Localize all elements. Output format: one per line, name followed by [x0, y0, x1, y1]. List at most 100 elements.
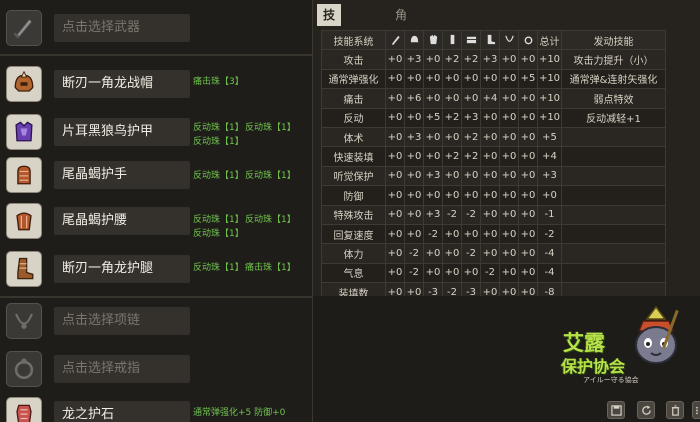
select-equipment-button[interactable]: 点击选择戒指: [54, 355, 190, 383]
helmet-icon: [404, 29, 424, 51]
tab-skill-detail[interactable]: 技能详情: [317, 4, 342, 88]
skill-point-cell: +0: [423, 243, 443, 264]
skill-point-cell: -2: [442, 204, 462, 225]
equipment-name[interactable]: 龙之护石: [54, 401, 190, 422]
table-row: 气息 +0 -2 +0 +0 +0 -2 +0 +0 -4: [321, 262, 666, 284]
skill-point-cell: -2: [461, 243, 481, 264]
gauntlet-icon[interactable]: [6, 157, 42, 193]
refresh-button[interactable]: [637, 401, 655, 419]
skill-point-cell: +0: [461, 68, 481, 90]
equipment-name[interactable]: 尾晶蝎护手: [54, 161, 190, 189]
skill-point-cell: +0: [499, 126, 519, 148]
activated-skill-cell: 攻击力提升（小）: [561, 49, 666, 70]
skill-point-cell: +0: [499, 185, 519, 206]
equipment-name[interactable]: 断刃一角龙战帽: [54, 70, 190, 98]
skill-point-cell: +0: [480, 204, 500, 225]
skill-point-cell: +0: [385, 185, 405, 206]
tab-character-info[interactable]: 角色信息: [389, 4, 413, 88]
table-header-row: 技能系统 总计 发动技能: [321, 29, 666, 51]
skill-point-cell: +4: [480, 88, 500, 109]
boots-icon[interactable]: [6, 251, 42, 287]
more-icon: [696, 406, 698, 414]
table-row: 痛击 +0 +6 +0 +0 +0 +4 +0 +0 +10 弱点特效: [321, 88, 666, 109]
skill-point-cell: +2: [461, 126, 481, 148]
equipment-name[interactable]: 断刃一角龙护腿: [54, 255, 190, 283]
activated-skill-cell: [561, 185, 666, 206]
skill-point-cell: +0: [518, 243, 538, 264]
equipment-name[interactable]: 尾晶蝎护腰: [54, 207, 190, 235]
chest-armor-icon[interactable]: [6, 114, 42, 150]
skill-point-cell: +0: [518, 185, 538, 206]
waist-icon[interactable]: [6, 203, 42, 239]
chest-armor-icon: [423, 29, 443, 51]
select-equipment-button[interactable]: 点击选择武器: [54, 14, 190, 42]
necklace-icon[interactable]: [6, 303, 42, 339]
table-row: 快速装填 +0 +0 +0 +2 +2 +0 +0 +0 +4: [321, 146, 666, 167]
skill-point-cell: +3: [461, 107, 481, 128]
skill-point-cell: +0: [518, 165, 538, 187]
skill-point-cell: +5: [423, 107, 443, 128]
table-row: 特殊攻击 +0 +0 +3 -2 -2 +0 +0 +0 -1: [321, 204, 666, 225]
charm-icon[interactable]: [6, 397, 42, 422]
skill-point-cell: +2: [461, 146, 481, 167]
skill-point-cell: +0: [461, 223, 481, 245]
activated-skill-cell: [561, 126, 666, 148]
more-button[interactable]: [692, 401, 700, 419]
activated-skill-cell: [561, 204, 666, 225]
skill-point-cell: +0: [442, 243, 462, 264]
equipment-slot-7[interactable]: 点击选择戒指: [0, 351, 312, 395]
ring-icon[interactable]: [6, 351, 42, 387]
skill-point-cell: +0: [423, 49, 443, 70]
skill-name-cell: 攻击: [321, 49, 386, 70]
skill-name-cell: 通常弹强化: [321, 68, 386, 90]
skill-point-cell: +3: [404, 49, 424, 70]
skill-point-cell: -2: [480, 262, 500, 284]
equipment-slot-0[interactable]: 点击选择武器: [0, 10, 312, 54]
skill-point-cell: +0: [423, 262, 443, 284]
activated-skill-cell: [561, 165, 666, 187]
activated-skill-cell: 通常弹&连射矢强化: [561, 68, 666, 90]
table-row: 回复速度 +0 +0 -2 +0 +0 +0 +0 +0 -2: [321, 223, 666, 245]
decoration-skill: 反动珠【1】: [245, 171, 296, 181]
skill-point-cell: +0: [499, 262, 519, 284]
activated-skill-cell: [561, 223, 666, 245]
activated-skill-cell: [561, 243, 666, 264]
skill-point-cell: +0: [480, 165, 500, 187]
skill-total-cell: +10: [537, 68, 562, 90]
helmet-icon[interactable]: [6, 66, 42, 102]
skill-point-cell: +0: [518, 88, 538, 109]
skill-point-cell: +0: [385, 243, 405, 264]
skill-point-cell: +0: [385, 68, 405, 90]
skill-point-cell: +0: [404, 204, 424, 225]
equipment-slot-5[interactable]: 断刃一角龙护腿: [0, 251, 312, 295]
skill-point-cell: +0: [423, 126, 443, 148]
skill-point-cell: +0: [385, 204, 405, 225]
decoration-skill: 反动珠【1】: [193, 263, 244, 273]
equipment-slot-1[interactable]: 断刃一角龙战帽: [0, 66, 312, 110]
decoration-skill: 反动珠【1】: [193, 215, 244, 225]
save-button[interactable]: [607, 401, 625, 419]
skill-point-cell: +0: [518, 49, 538, 70]
skill-point-cell: +0: [442, 68, 462, 90]
equipment-slot-6[interactable]: 点击选择项链: [0, 303, 312, 347]
equipment-name[interactable]: 片耳黑狼鸟护甲: [54, 118, 190, 146]
sword-icon[interactable]: [6, 10, 42, 46]
ring-icon: [518, 29, 538, 51]
table-row: 反动 +0 +0 +5 +2 +3 +0 +0 +0 +10 反动减轻+1: [321, 107, 666, 128]
delete-button[interactable]: [666, 401, 684, 419]
skill-name-cell: 体力: [321, 243, 386, 264]
select-equipment-button[interactable]: 点击选择项链: [54, 307, 190, 335]
skill-point-cell: +0: [499, 49, 519, 70]
skill-point-cell: +0: [461, 88, 481, 109]
equipment-slot-4[interactable]: 尾晶蝎护腰: [0, 203, 312, 247]
skill-point-cell: +2: [442, 49, 462, 70]
slot-group-divider: [0, 296, 312, 298]
skill-point-cell: +0: [499, 107, 519, 128]
skill-point-cell: +0: [404, 165, 424, 187]
skill-total-cell: -4: [537, 243, 562, 264]
decoration-skill: 反动珠【1】: [193, 229, 244, 239]
skill-total-cell: +10: [537, 49, 562, 70]
skill-point-cell: +0: [404, 146, 424, 167]
skill-name-cell: 回复速度: [321, 223, 386, 245]
skill-point-cell: +0: [442, 165, 462, 187]
